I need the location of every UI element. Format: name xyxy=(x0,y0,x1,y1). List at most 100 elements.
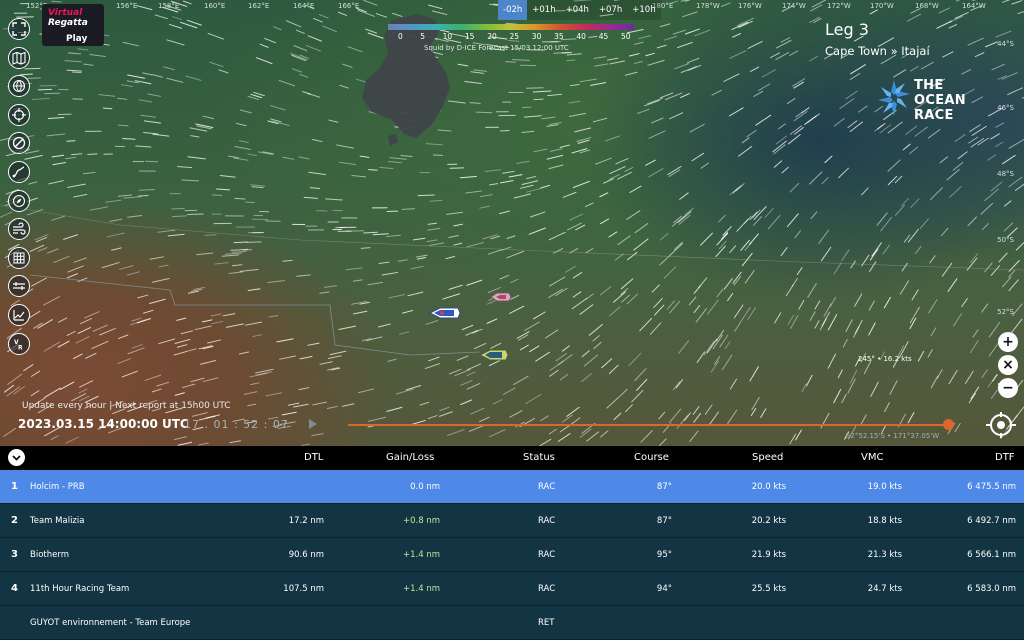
legend-tick: 20 xyxy=(487,32,497,41)
forecast-time-tabs: -02h +01h +04h +07h +10h xyxy=(498,0,661,20)
cell-dtf: 6 492.7 nm xyxy=(967,516,1016,526)
race-logo-line3: RACE xyxy=(914,108,954,123)
map-layers-button[interactable] xyxy=(8,46,30,69)
no-go-button[interactable] xyxy=(8,132,30,155)
cell-name: Team Malizia xyxy=(30,516,85,526)
cell-gain: 0.0 nm xyxy=(410,482,440,492)
cell-name: 11th Hour Racing Team xyxy=(30,584,130,594)
cell-course: 95° xyxy=(656,550,672,560)
ranking-table: DTL Gain/Loss Status Course Speed VMC DT… xyxy=(0,446,1024,640)
gauge-icon xyxy=(13,282,25,291)
time-tab[interactable]: +01h xyxy=(527,0,561,20)
race-countdown: 17 . 01 : 52 : 07 xyxy=(184,418,289,431)
chevron-down-icon xyxy=(12,454,21,461)
timeline-track[interactable] xyxy=(348,424,949,426)
cell-vmc: 18.8 kts xyxy=(867,516,902,526)
grid-button[interactable] xyxy=(8,246,30,269)
forecast-note: Squid by D-ICE Forecast 15/03 12:00 UTC xyxy=(424,44,569,52)
cell-dtl: 107.5 nm xyxy=(283,584,324,594)
cell-dtf: 6 566.1 nm xyxy=(967,550,1016,560)
cell-gain: +1.4 nm xyxy=(402,584,440,594)
expand-icon xyxy=(12,22,26,36)
boat-marker-holcim[interactable] xyxy=(428,306,462,320)
table-row[interactable]: 1 Holcim - PRB 0.0 nm RAC 87° 20.0 kts 19.0 kt… xyxy=(0,470,1024,504)
boat-marker-biotherm[interactable] xyxy=(478,348,510,362)
compass-button[interactable] xyxy=(8,189,30,212)
zoom-in-button[interactable]: + xyxy=(998,332,1018,352)
header-dtf[interactable]: DTF xyxy=(995,452,1015,463)
new-zealand-land xyxy=(0,14,1024,356)
table-row[interactable]: 4 11th Hour Racing Team 107.5 nm +1.4 nm RAC… xyxy=(0,572,1024,606)
zoom-reset-button[interactable]: × xyxy=(998,355,1018,375)
cell-name: Holcim - PRB xyxy=(30,482,85,492)
gauge-button[interactable] xyxy=(8,275,30,298)
longitude-tick: 166°E xyxy=(338,2,360,10)
globe-button[interactable] xyxy=(8,75,30,98)
virtual-regatta-logo[interactable]: Virtual Regatta Play xyxy=(42,4,104,46)
longitude-tick: 164°E xyxy=(293,2,315,10)
legend-tick: 5 xyxy=(420,32,426,41)
legend-tick: 45 xyxy=(598,32,609,41)
play-icon[interactable] xyxy=(308,418,318,430)
cell-name: GUYOT environnement - Team Europe xyxy=(30,618,191,628)
zoom-out-button[interactable]: − xyxy=(998,378,1018,398)
header-status[interactable]: Status xyxy=(523,452,555,463)
latitude-tick: 48°S xyxy=(997,170,1014,178)
time-tab[interactable]: -02h xyxy=(498,0,528,20)
race-logo-line2: OCEAN xyxy=(914,93,966,108)
table-row[interactable]: 3 Biotherm 90.6 nm +1.4 nm RAC 95° 21.9 kts 21.… xyxy=(0,538,1024,572)
collapse-table-button[interactable] xyxy=(8,449,25,466)
cell-rank: 3 xyxy=(11,549,18,560)
cell-dtf: 6 583.0 nm xyxy=(967,584,1016,594)
slash-circle-icon xyxy=(12,137,26,150)
legend-tick: 40 xyxy=(576,32,586,41)
compass-icon xyxy=(12,194,26,207)
header-gain[interactable]: Gain/Loss xyxy=(386,452,434,463)
vr-button[interactable]: VR xyxy=(8,332,30,355)
longitude-tick: 162°E xyxy=(248,2,270,10)
legend-tick: 15 xyxy=(464,32,475,41)
table-body: 1 Holcim - PRB 0.0 nm RAC 87° 20.0 kts 19.0 kt… xyxy=(0,470,1024,640)
chart-button[interactable] xyxy=(8,303,30,326)
leg-title: Leg 3 xyxy=(825,20,869,39)
longitude-tick: 156°E xyxy=(116,2,138,10)
grid-icon xyxy=(13,252,25,264)
legend-tick: 30 xyxy=(531,32,542,41)
boat-marker-malizia[interactable] xyxy=(490,292,512,302)
table-row[interactable]: GUYOT environnement - Team Europe RET xyxy=(0,606,1024,640)
legend-tick: 25 xyxy=(509,32,520,41)
header-course[interactable]: Course xyxy=(634,452,669,463)
longitude-tick: 170°W xyxy=(870,2,894,10)
cell-course: 87° xyxy=(656,482,672,492)
cell-gain: +1.4 nm xyxy=(402,550,440,560)
longitude-tick: 176°W xyxy=(738,2,762,10)
fullscreen-button[interactable] xyxy=(8,18,30,40)
time-tab[interactable]: +07h xyxy=(593,0,628,20)
time-tab[interactable]: +04h xyxy=(560,0,594,20)
route-button[interactable] xyxy=(8,160,30,183)
map-toolbar: VR xyxy=(8,18,32,361)
header-vmc[interactable]: VMC xyxy=(861,452,883,463)
longitude-tick: 160°E xyxy=(204,2,226,10)
timeline-handle[interactable] xyxy=(943,419,954,430)
cell-speed: 20.0 kts xyxy=(751,482,786,492)
longitude-tick: 164°W xyxy=(962,2,986,10)
svg-text:R: R xyxy=(18,344,23,351)
header-dtl[interactable]: DTL xyxy=(304,452,323,463)
table-row[interactable]: 2 Team Malizia 17.2 nm +0.8 nm RAC 87° 20.2 kt… xyxy=(0,504,1024,538)
center-on-boat-icon[interactable] xyxy=(984,412,1018,438)
cell-speed: 20.2 kts xyxy=(751,516,786,526)
longitude-tick: 158°E xyxy=(158,2,180,10)
wind-button[interactable] xyxy=(8,218,30,241)
logo-line1b: Regatta xyxy=(48,18,88,28)
latitude-tick: 44°S xyxy=(997,40,1014,48)
cell-rank: 1 xyxy=(11,481,18,492)
target-button[interactable] xyxy=(8,103,30,126)
cell-dtl: 17.2 nm xyxy=(288,516,324,526)
time-tab[interactable]: +10h xyxy=(627,0,661,20)
header-speed[interactable]: Speed xyxy=(752,452,783,463)
legend-tick: 0 xyxy=(398,32,403,41)
cell-status: RAC xyxy=(538,516,556,526)
cell-status: RET xyxy=(538,618,555,628)
wind-map[interactable]: 152°E 156°E 158°E 160°E 162°E 164°E 166°E 180°E… xyxy=(0,0,1024,446)
